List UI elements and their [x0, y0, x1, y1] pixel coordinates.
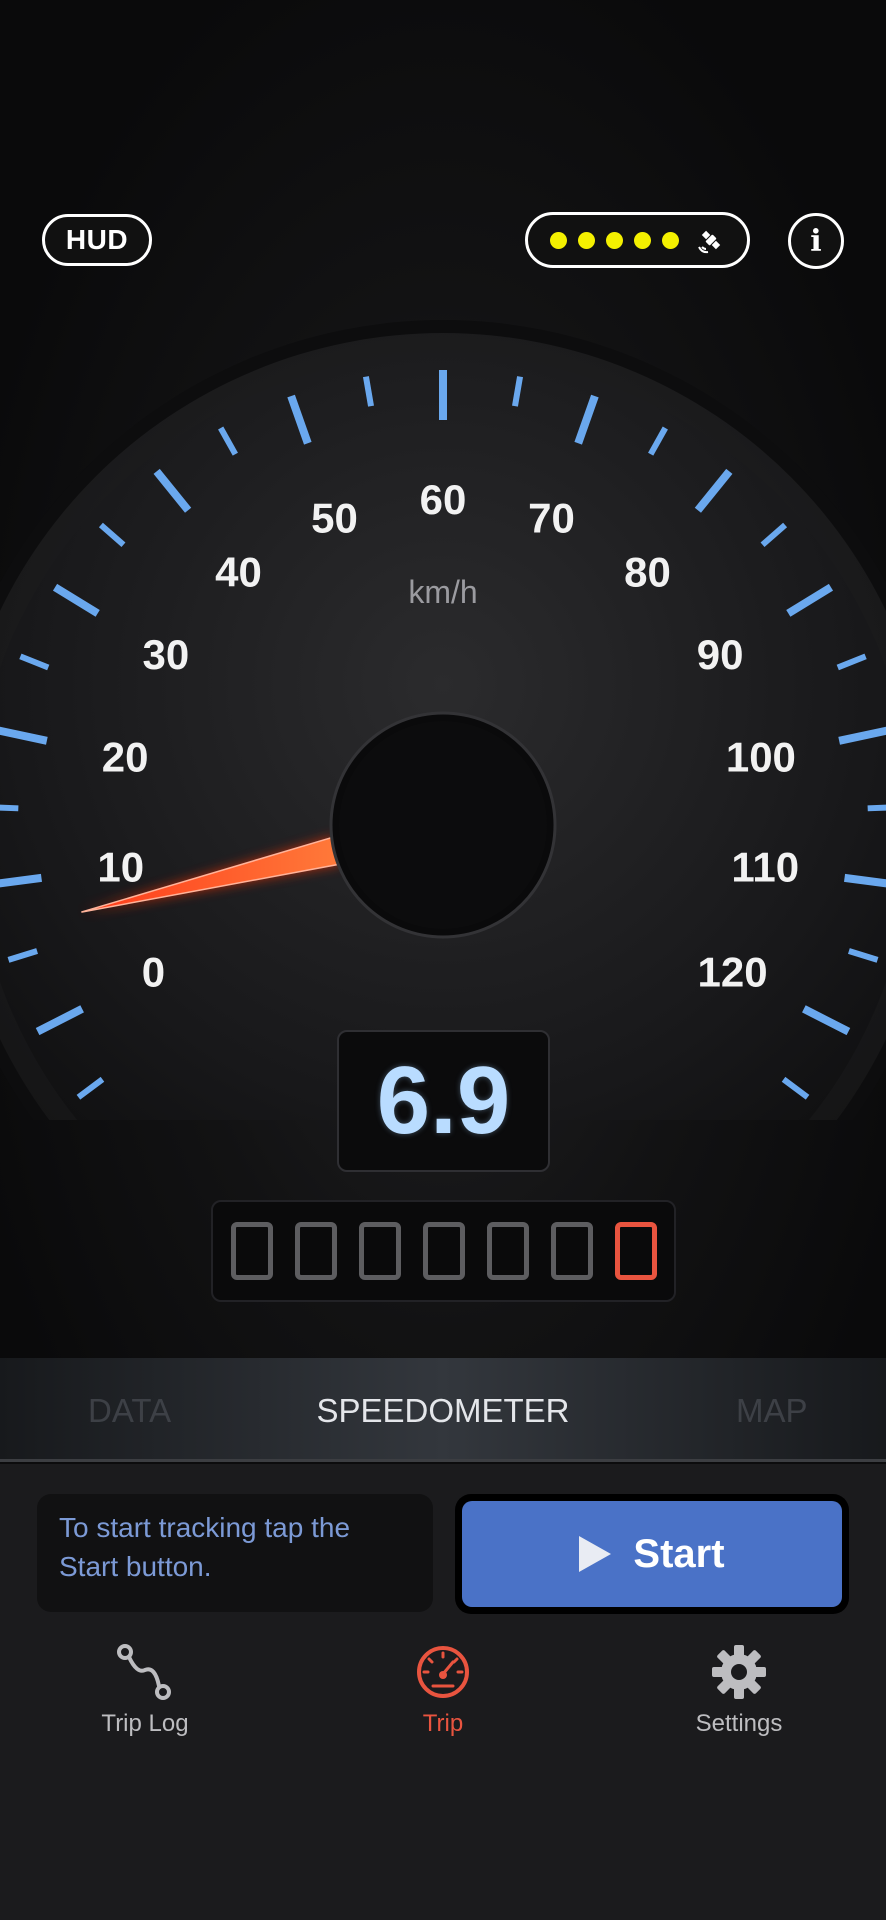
gauge-label: 30 — [143, 631, 190, 678]
speed-value: 6.9 — [376, 1047, 511, 1154]
gauge-label: 70 — [528, 495, 575, 542]
odometer-digit: 0 — [614, 1222, 657, 1280]
mode-selector[interactable]: DATA SPEEDOMETER MAP — [0, 1358, 886, 1462]
tracking-message: To start tracking tap the Start button. — [59, 1512, 351, 1582]
play-icon — [579, 1536, 612, 1572]
tab-trip[interactable]: Trip — [343, 1642, 543, 1738]
tab-settings-label: Settings — [695, 1710, 783, 1737]
gauge-hub-center — [339, 721, 547, 929]
gauge-label: 90 — [697, 631, 744, 678]
tab-trip-log-label: Trip Log — [101, 1710, 189, 1737]
mode-map[interactable]: MAP — [736, 1392, 808, 1430]
start-button-frame: Start — [455, 1494, 849, 1614]
gauge-label: 110 — [731, 843, 799, 890]
digital-speed-display: 6.9 — [337, 1030, 550, 1172]
tab-settings[interactable]: Settings — [639, 1642, 839, 1738]
odometer-digit: 0 — [294, 1222, 337, 1280]
gauge-label: 100 — [726, 733, 796, 780]
tracking-status-card: To start tracking tap the Start button. — [37, 1494, 433, 1612]
speedometer-gauge: 0 10 20 30 40 50 60 70 80 90 100 110 120 km/h — [0, 320, 886, 1120]
start-button[interactable]: Start — [462, 1501, 842, 1607]
start-label: Start — [633, 1531, 725, 1576]
gauge-label: 0 — [142, 949, 165, 996]
tab-trip-label: Trip — [422, 1710, 464, 1737]
odometer-digit: 0 — [230, 1222, 273, 1280]
gear-icon — [712, 1645, 766, 1699]
gauge-label: 80 — [624, 548, 671, 595]
gauge-label: 60 — [420, 476, 467, 523]
gauge-label: 50 — [311, 495, 358, 542]
gauge-tick — [0, 804, 19, 812]
odometer-digit: 0 — [422, 1222, 465, 1280]
speedometer-icon — [417, 1646, 469, 1698]
gauge-tick — [867, 804, 886, 812]
tab-trip-log[interactable]: Trip Log — [45, 1642, 245, 1738]
odometer-digit: 0 — [486, 1222, 529, 1280]
gauge-label: 20 — [102, 733, 149, 780]
odometer-digit: 0 — [550, 1222, 593, 1280]
gauge-label: 10 — [97, 843, 144, 890]
gauge-label: 120 — [698, 949, 768, 996]
gauge-label: 40 — [215, 548, 262, 595]
route-icon — [117, 1644, 171, 1700]
gauge-unit: km/h — [408, 574, 477, 610]
odometer: 0000000 — [211, 1200, 676, 1302]
odometer-digit: 0 — [358, 1222, 401, 1280]
